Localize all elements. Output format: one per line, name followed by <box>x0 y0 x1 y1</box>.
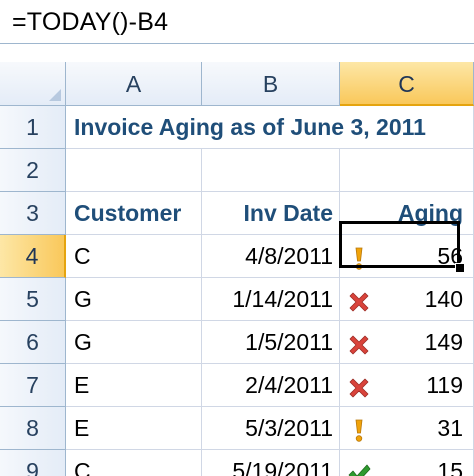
row-header-1[interactable]: 1 <box>0 106 66 149</box>
cell-a6-text: G <box>74 329 92 355</box>
red-x-icon <box>346 329 372 355</box>
cell-c6-text: 149 <box>424 329 463 355</box>
green-check-icon <box>346 458 372 476</box>
cell-a9[interactable]: C <box>66 450 202 476</box>
cell-c9[interactable]: 15 <box>340 450 474 476</box>
cell-b2[interactable] <box>202 149 340 192</box>
formula-bar[interactable]: =TODAY()-B4 <box>0 0 474 44</box>
cell-a4[interactable]: C <box>66 235 202 278</box>
cell-b8-text: 5/3/2011 <box>245 415 333 441</box>
cell-b4[interactable]: 4/8/2011 <box>202 235 340 278</box>
cell-c5-text: 140 <box>424 286 463 312</box>
cell-a6[interactable]: G <box>66 321 202 364</box>
cell-a8[interactable]: E <box>66 407 202 450</box>
row-header-3[interactable]: 3 <box>0 192 66 235</box>
fill-handle[interactable] <box>455 263 465 273</box>
select-all-corner[interactable] <box>0 62 66 106</box>
cell-b6[interactable]: 1/5/2011 <box>202 321 340 364</box>
cell-c5[interactable]: 140 <box>340 278 474 321</box>
row-header-9[interactable]: 9 <box>0 450 66 476</box>
cell-a5-text: G <box>74 286 92 312</box>
select-all-triangle-icon <box>49 89 61 101</box>
cell-b5[interactable]: 1/14/2011 <box>202 278 340 321</box>
cell-c8-text: 31 <box>437 415 463 441</box>
spreadsheet-grid[interactable]: A B C 1 Invoice Aging as of June 3, 2011 2… <box>0 62 474 476</box>
cell-a9-text: C <box>74 458 91 476</box>
row-header-7[interactable]: 7 <box>0 364 66 407</box>
row-header-2[interactable]: 2 <box>0 149 66 192</box>
cell-c9-text: 15 <box>437 458 463 476</box>
red-x-icon <box>346 286 372 312</box>
column-header-b[interactable]: B <box>202 62 340 106</box>
cell-c8[interactable]: 31 <box>340 407 474 450</box>
cell-c3-text: Aging <box>397 200 463 226</box>
column-header-a[interactable]: A <box>66 62 202 106</box>
exclamation-icon <box>346 243 372 270</box>
cell-b6-text: 1/5/2011 <box>245 329 333 355</box>
cell-a3-text: Customer <box>74 200 182 226</box>
row-header-5[interactable]: 5 <box>0 278 66 321</box>
cell-c3[interactable]: Aging <box>340 192 474 235</box>
row-header-4[interactable]: 4 <box>0 235 66 278</box>
cell-a2[interactable] <box>66 149 202 192</box>
cell-c6[interactable]: 149 <box>340 321 474 364</box>
cell-a3[interactable]: Customer <box>66 192 202 235</box>
cell-a1[interactable]: Invoice Aging as of June 3, 2011 <box>66 106 474 149</box>
row-header-6[interactable]: 6 <box>0 321 66 364</box>
cell-a7[interactable]: E <box>66 364 202 407</box>
cell-a7-text: E <box>74 372 90 398</box>
cell-b8[interactable]: 5/3/2011 <box>202 407 340 450</box>
cell-b3-text: Inv Date <box>243 200 333 226</box>
ribbon-gap <box>0 44 474 62</box>
cell-a4-text: C <box>74 243 91 269</box>
cell-c7-text: 119 <box>426 372 463 398</box>
cell-c7[interactable]: 119 <box>340 364 474 407</box>
cell-b3[interactable]: Inv Date <box>202 192 340 235</box>
cell-b7-text: 2/4/2011 <box>245 372 333 398</box>
column-header-c[interactable]: C <box>340 62 474 106</box>
formula-text[interactable]: =TODAY()-B4 <box>12 7 168 37</box>
cell-b5-text: 1/14/2011 <box>232 286 333 312</box>
cell-a5[interactable]: G <box>66 278 202 321</box>
cell-b4-text: 4/8/2011 <box>245 243 333 269</box>
cell-b9[interactable]: 5/19/2011 <box>202 450 340 476</box>
cell-b9-text: 5/19/2011 <box>232 458 333 476</box>
cell-a1-text: Invoice Aging as of June 3, 2011 <box>74 114 426 140</box>
cell-c4[interactable]: 56 <box>340 235 474 278</box>
row-header-8[interactable]: 8 <box>0 407 66 450</box>
cell-c2[interactable] <box>340 149 474 192</box>
red-x-icon <box>346 372 372 398</box>
exclamation-icon <box>346 415 372 442</box>
cell-b7[interactable]: 2/4/2011 <box>202 364 340 407</box>
cell-a8-text: E <box>74 415 90 441</box>
